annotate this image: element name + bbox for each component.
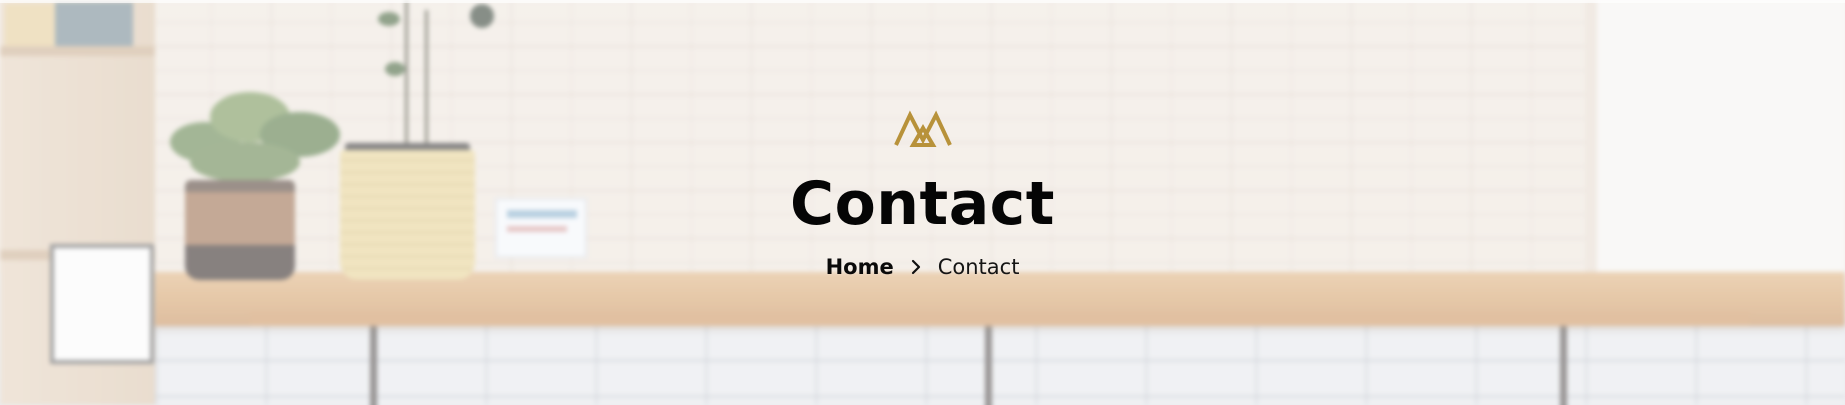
hero-content: Contact Home Contact bbox=[0, 0, 1845, 405]
page-hero: Contact Home Contact bbox=[0, 0, 1845, 405]
breadcrumb-home-link[interactable]: Home bbox=[826, 253, 894, 281]
breadcrumb-current: Contact bbox=[937, 255, 1020, 279]
chevron-right-icon bbox=[911, 259, 920, 275]
page-title: Contact bbox=[790, 169, 1055, 239]
breadcrumb: Home Contact bbox=[0, 253, 1845, 281]
brand-logo-icon bbox=[894, 110, 952, 147]
